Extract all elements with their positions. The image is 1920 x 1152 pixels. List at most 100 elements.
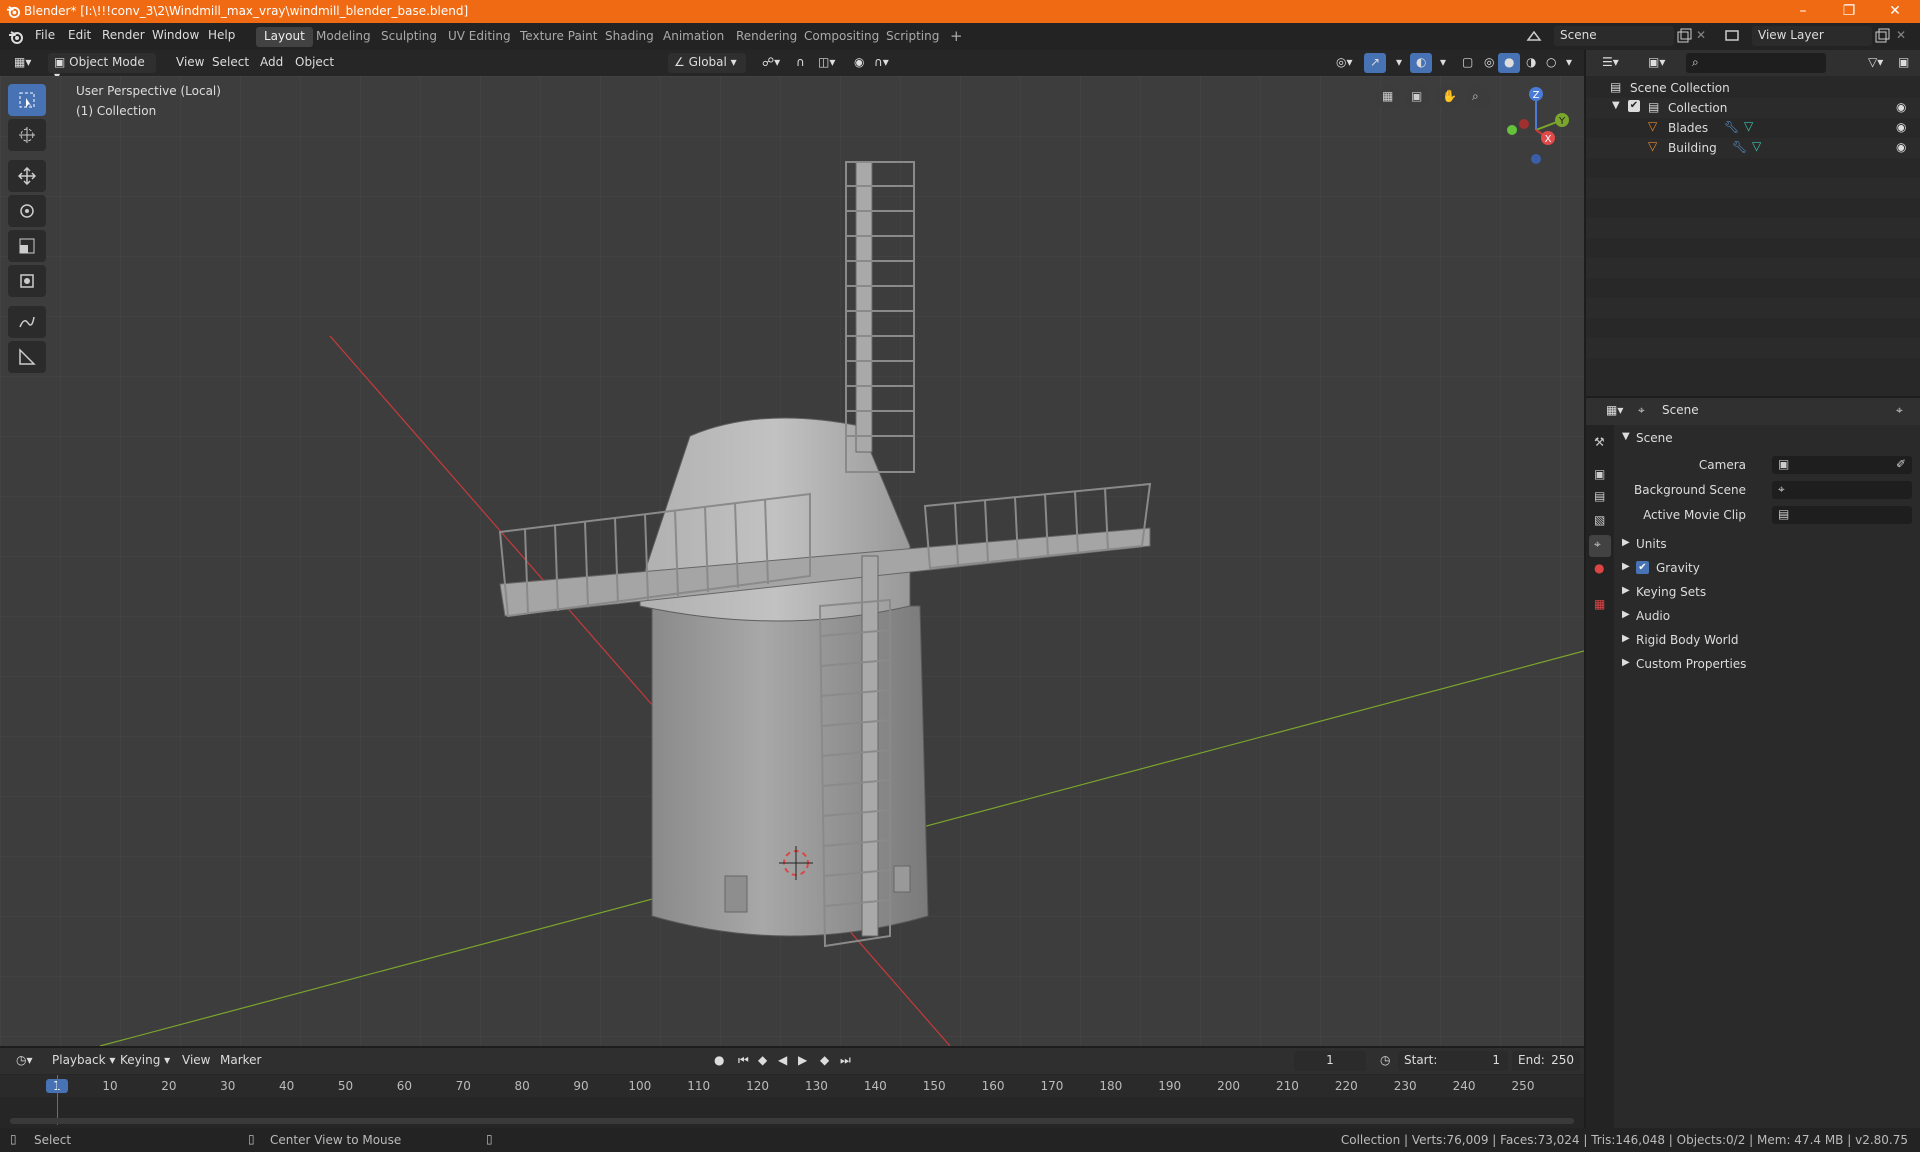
overlay-dropdown-icon[interactable]: ▾ <box>1434 53 1452 73</box>
tab-modeling[interactable]: Modeling <box>308 27 379 47</box>
shading-dropdown-icon[interactable]: ▾ <box>1560 53 1578 73</box>
falloff-icon[interactable]: ∩▾ <box>868 53 895 73</box>
snap-target-icon[interactable]: ◫▾ <box>812 53 841 73</box>
scene-icon[interactable] <box>1526 28 1544 44</box>
modifier-wrench-icon[interactable]: 🔧︎ <box>1732 140 1747 154</box>
menu-window[interactable]: Window <box>152 28 199 42</box>
solid-shading-icon[interactable]: ● <box>1498 53 1521 73</box>
zoom-view-icon[interactable]: ⌕ <box>1466 86 1490 110</box>
tab-render[interactable]: ▣ <box>1589 465 1611 487</box>
tab-layout[interactable]: Layout <box>256 27 313 47</box>
camera-field[interactable]: ▣ ✐ <box>1772 456 1912 474</box>
3d-viewport[interactable]: User Perspective (Local) (1) Collection … <box>0 76 1584 1046</box>
keying-sets-panel[interactable]: ▶ Keying Sets <box>1616 582 1916 604</box>
outliner-row-building[interactable]: ▽ Building 🔧︎ ▽ ◉ <box>1586 138 1920 158</box>
minimize-button[interactable]: – <box>1780 0 1826 23</box>
collection-visibility-icon[interactable]: ◉ <box>1896 100 1906 114</box>
rotate-tool[interactable] <box>8 195 46 227</box>
scale-tool[interactable] <box>8 230 46 262</box>
orientation-selector[interactable]: ∠ Global ▾ <box>668 53 746 73</box>
menu-edit[interactable]: Edit <box>68 28 91 42</box>
outliner-row-collection[interactable]: ▼ ✔ ▤ Collection ◉ <box>1586 98 1920 118</box>
menu-marker[interactable]: Marker <box>214 1051 267 1071</box>
jump-end-icon[interactable]: ⏭ <box>834 1051 857 1071</box>
play-icon[interactable]: ▶ <box>792 1051 813 1071</box>
menu-file[interactable]: File <box>35 28 55 42</box>
outliner-row-scene-collection[interactable]: ▤ Scene Collection <box>1586 78 1920 98</box>
mesh-data-icon[interactable]: ▽ <box>1744 119 1753 133</box>
menu-help[interactable]: Help <box>208 28 235 42</box>
pivot-icon[interactable]: ☍▾ <box>756 53 786 73</box>
record-icon[interactable]: ● <box>708 1051 730 1071</box>
start-frame-field[interactable]: Start: 1 <box>1398 1051 1508 1071</box>
display-mode-icon[interactable]: ▣▾ <box>1642 53 1671 73</box>
pin-icon[interactable]: ⌖ <box>1896 403 1903 418</box>
tab-shading[interactable]: Shading <box>597 27 662 47</box>
scene-section-header[interactable]: ▼ Scene <box>1616 428 1916 450</box>
blender-menu-icon[interactable] <box>8 29 24 45</box>
xray-icon[interactable]: ▢ <box>1456 53 1479 73</box>
remove-scene-icon[interactable]: ✕ <box>1696 28 1706 42</box>
view-layer-field[interactable]: View Layer <box>1752 26 1872 46</box>
menu-select[interactable]: Select <box>206 53 255 73</box>
building-visibility-icon[interactable]: ◉ <box>1896 140 1906 154</box>
pan-view-icon[interactable]: ✋ <box>1436 86 1460 110</box>
tab-scripting[interactable]: Scripting <box>878 27 947 47</box>
add-workspace-button[interactable]: + <box>942 25 971 45</box>
measure-tool[interactable] <box>8 341 46 373</box>
new-view-layer-icon[interactable] <box>1874 28 1890 44</box>
units-panel[interactable]: ▶ Units <box>1616 534 1916 556</box>
gravity-checkbox[interactable]: ✔ <box>1636 561 1649 574</box>
custom-properties-panel[interactable]: ▶ Custom Properties <box>1616 654 1916 676</box>
collection-checkbox[interactable]: ✔ <box>1628 100 1640 112</box>
annotate-tool[interactable] <box>8 306 46 338</box>
tab-tool[interactable]: ⚒ <box>1589 433 1611 455</box>
camera-view-icon[interactable]: ▣ <box>1406 86 1430 110</box>
next-keyframe-icon[interactable]: ◆ <box>814 1051 835 1071</box>
current-frame-field[interactable]: 1 <box>1294 1051 1366 1071</box>
overlay-toggle-icon[interactable]: ◐ <box>1410 53 1433 73</box>
timeline-ruler[interactable]: 1102030405060708090100110120130140150160… <box>0 1075 1584 1097</box>
select-box-tool[interactable] <box>8 84 46 116</box>
tab-output[interactable]: ▤ <box>1589 487 1611 509</box>
menu-view[interactable]: View <box>170 53 210 73</box>
tab-view-layer[interactable]: ▧ <box>1589 511 1611 533</box>
scene-field[interactable]: Scene <box>1554 26 1674 46</box>
tab-scene[interactable]: ⌖ <box>1589 535 1611 557</box>
move-tool[interactable] <box>8 160 46 192</box>
active-movie-clip-field[interactable]: ▤ <box>1772 506 1912 524</box>
properties-editor-type-icon[interactable]: ▦▾ <box>1600 401 1629 421</box>
cursor-tool[interactable] <box>8 119 46 151</box>
outliner-editor-type-icon[interactable]: ☰▾ <box>1596 53 1625 73</box>
editor-type-icon[interactable]: ▦▾ <box>8 53 37 73</box>
menu-playback[interactable]: Playback ▾ <box>46 1051 121 1071</box>
menu-object[interactable]: Object <box>289 53 340 73</box>
timeline-scrollbar[interactable] <box>10 1118 1574 1124</box>
toggle-camera-view-grid-icon[interactable]: ▦ <box>1376 86 1400 110</box>
timer-icon[interactable]: ◷ <box>1374 1051 1396 1071</box>
tab-texture[interactable]: ▦ <box>1589 595 1611 617</box>
timeline-editor-type-icon[interactable]: ◷▾ <box>10 1051 39 1071</box>
new-scene-icon[interactable] <box>1676 28 1692 44</box>
tab-rendering[interactable]: Rendering <box>728 27 805 47</box>
play-reverse-icon[interactable]: ◀ <box>772 1051 793 1071</box>
navigation-gizmo[interactable]: Z Y X <box>1490 84 1582 176</box>
mode-selector[interactable]: ▣ Object Mode ▾ <box>48 53 156 83</box>
menu-timeline-view[interactable]: View <box>176 1051 216 1071</box>
tab-uv-editing[interactable]: UV Editing <box>440 27 519 47</box>
tab-animation[interactable]: Animation <box>655 27 732 47</box>
menu-keying[interactable]: Keying ▾ <box>114 1051 176 1071</box>
outliner-row-blades[interactable]: ▽ Blades 🔧︎ ▽ ◉ <box>1586 118 1920 138</box>
tab-world[interactable]: ● <box>1589 559 1611 581</box>
tab-compositing[interactable]: Compositing <box>796 27 887 47</box>
blades-visibility-icon[interactable]: ◉ <box>1896 120 1906 134</box>
audio-panel[interactable]: ▶ Audio <box>1616 606 1916 628</box>
menu-add[interactable]: Add <box>254 53 289 73</box>
filter-icon[interactable]: ▽▾ <box>1862 53 1889 73</box>
collapse-arrow-icon[interactable]: ▼ <box>1612 100 1620 111</box>
gizmo-toggle-icon[interactable]: ↗ <box>1364 53 1387 73</box>
modifier-wrench-icon[interactable]: 🔧︎ <box>1724 120 1739 134</box>
gravity-panel[interactable]: ▶ ✔ Gravity <box>1616 558 1916 580</box>
tab-sculpting[interactable]: Sculpting <box>373 27 445 47</box>
background-scene-field[interactable]: ⌖ <box>1772 481 1912 499</box>
